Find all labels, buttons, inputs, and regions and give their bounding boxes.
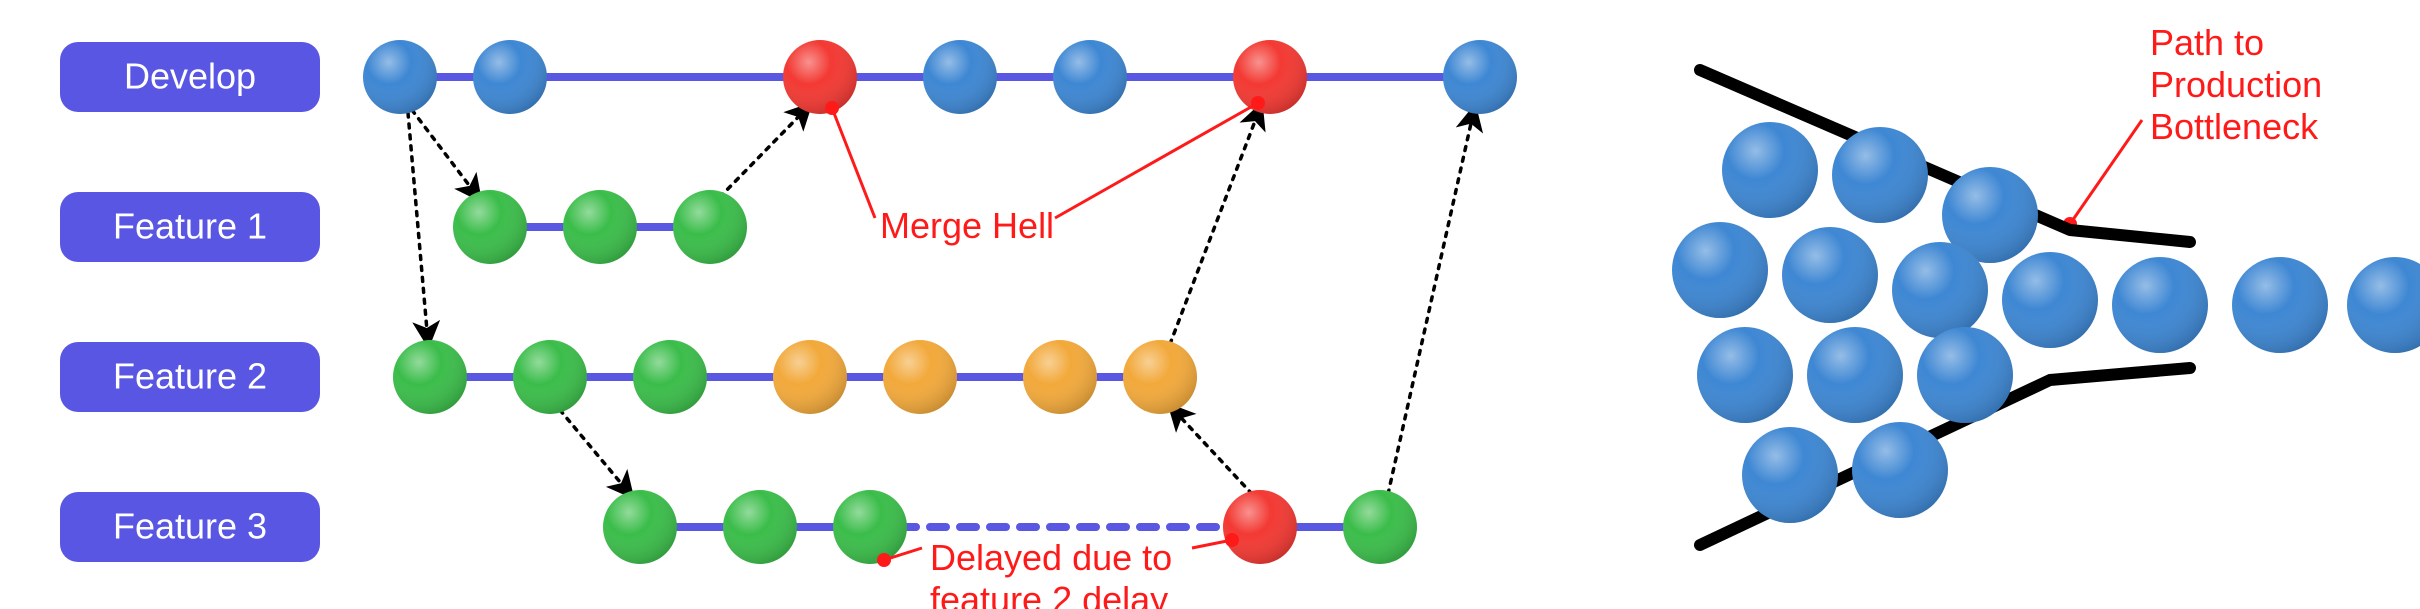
commit-feature2-3 <box>773 340 847 414</box>
commit-feature2-2 <box>633 340 707 414</box>
annotation-text-bottleneck-1: Production <box>2150 64 2322 105</box>
funnel-ball-12 <box>2112 257 2208 353</box>
commit-develop-4 <box>1053 40 1127 114</box>
commit-develop-0 <box>363 40 437 114</box>
branch-label-develop: Develop <box>124 56 256 97</box>
funnel-ball-7 <box>1697 327 1793 423</box>
annotation-dot-merge-hell-0 <box>825 101 839 115</box>
git-flow-diagram: Develop Feature 1 Feature 2 Feature 3 Merge… <box>0 0 2420 609</box>
commit-develop-1 <box>473 40 547 114</box>
commit-develop-6 <box>1443 40 1517 114</box>
arrow-dev-to-f1 <box>412 110 478 197</box>
commit-feature2-6 <box>1123 340 1197 414</box>
funnel-ball-1 <box>1832 127 1928 223</box>
funnel-ball-5 <box>1892 242 1988 338</box>
commit-develop-5 <box>1233 40 1307 114</box>
commit-feature2-1 <box>513 340 587 414</box>
commit-feature3-1 <box>723 490 797 564</box>
annotation-text-merge-hell-0: Merge Hell <box>880 205 1054 246</box>
annotation-pointer-bottleneck-0 <box>2070 120 2142 224</box>
annotation-text-bottleneck-2: Bottleneck <box>2150 106 2319 147</box>
commit-feature1-2 <box>673 190 747 264</box>
funnel-ball-4 <box>1782 227 1878 323</box>
commit-feature3-2 <box>833 490 907 564</box>
commit-feature3-4 <box>1343 490 1417 564</box>
arrow-f2-to-f3 <box>560 410 630 494</box>
branch-label-feature1: Feature 1 <box>113 206 267 247</box>
commit-feature1-1 <box>563 190 637 264</box>
commit-feature2-4 <box>883 340 957 414</box>
funnel-ball-9 <box>1917 327 2013 423</box>
commit-feature3-3 <box>1223 490 1297 564</box>
commit-develop-3 <box>923 40 997 114</box>
annotation-text-delayed-0: Delayed due to <box>930 537 1172 578</box>
funnel-ball-10 <box>1742 427 1838 523</box>
funnel-ball-3 <box>1672 222 1768 318</box>
annotation-dot-merge-hell-1 <box>1251 96 1265 110</box>
annotation-dot-delayed-1 <box>1225 533 1239 547</box>
annotation-text-bottleneck-0: Path to <box>2150 22 2264 63</box>
funnel-ball-0 <box>1722 122 1818 218</box>
funnel-ball-14 <box>2347 257 2420 353</box>
commit-feature3-0 <box>603 490 677 564</box>
commit-develop-2 <box>783 40 857 114</box>
annotation-dot-delayed-0 <box>877 553 891 567</box>
annotation-text-delayed-1: feature 2 delay <box>930 579 1168 609</box>
funnel-ball-6 <box>2002 252 2098 348</box>
annotation-pointer-merge-hell-1 <box>1055 103 1258 218</box>
funnel-ball-13 <box>2232 257 2328 353</box>
arrow-f1-to-dev <box>720 107 808 197</box>
arrow-f3-to-f2-red <box>1172 408 1252 494</box>
annotation-pointer-merge-hell-0 <box>832 108 875 218</box>
branch-label-feature3: Feature 3 <box>113 506 267 547</box>
branch-label-feature2: Feature 2 <box>113 356 267 397</box>
funnel-ball-11 <box>1852 422 1948 518</box>
arrow-dev-to-f2 <box>408 113 428 342</box>
commit-feature2-0 <box>393 340 467 414</box>
arrow-f3-to-dev <box>1388 110 1474 494</box>
commit-feature1-0 <box>453 190 527 264</box>
arrow-f2-to-dev <box>1170 108 1260 344</box>
commit-feature2-5 <box>1023 340 1097 414</box>
funnel-ball-8 <box>1807 327 1903 423</box>
